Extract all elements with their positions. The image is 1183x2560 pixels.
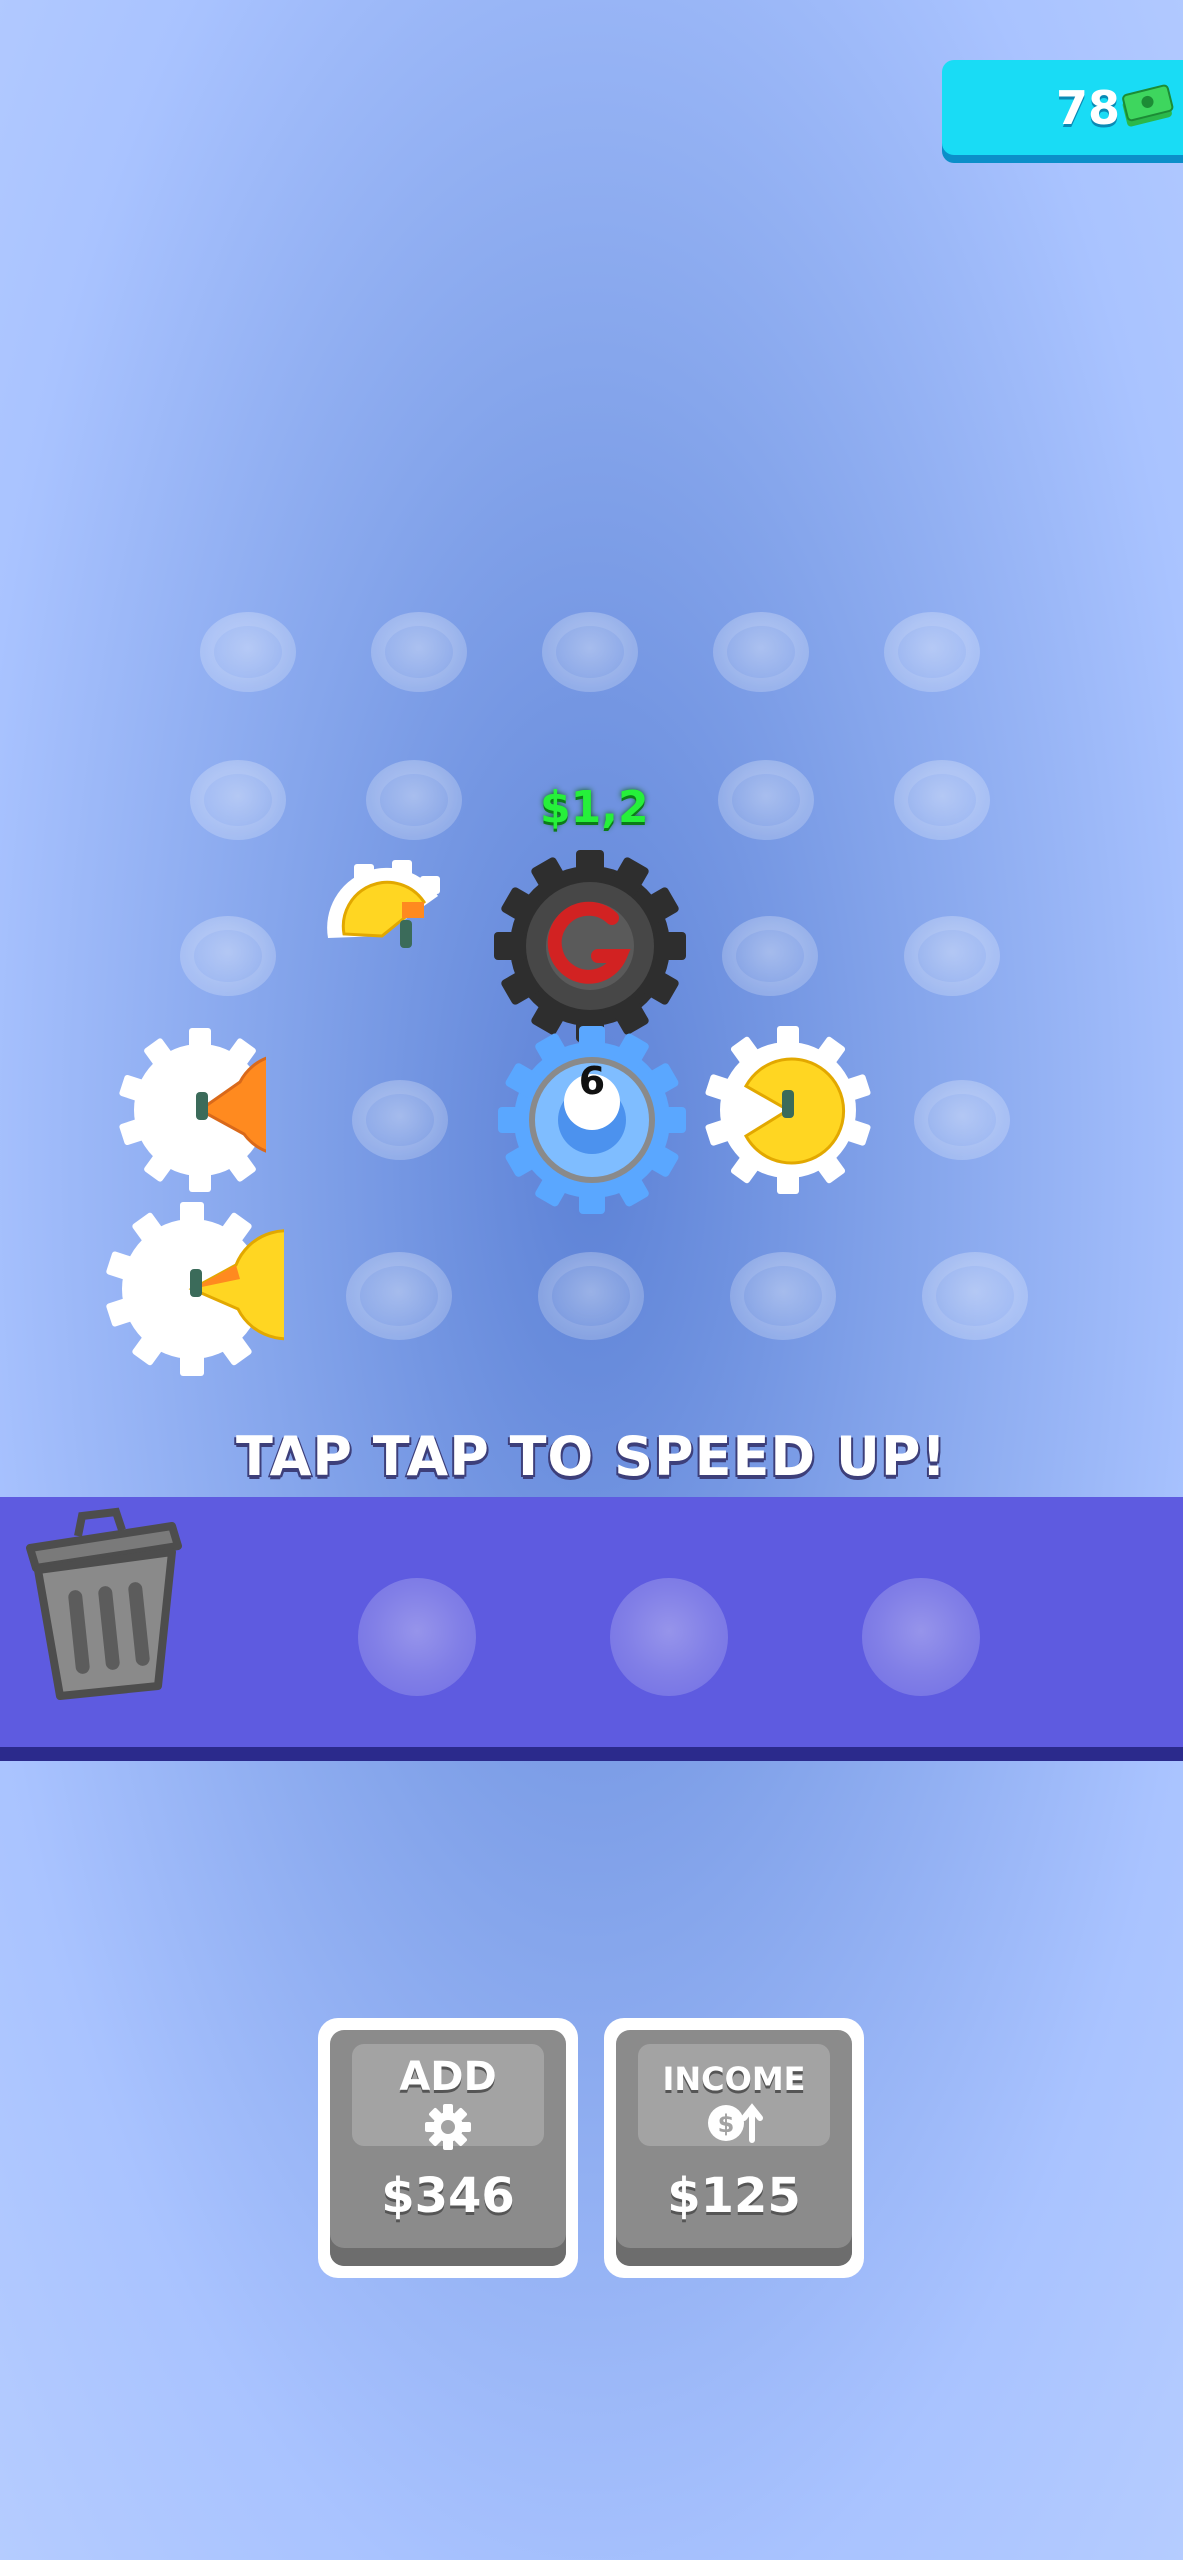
- board-slot[interactable]: [722, 916, 818, 996]
- tray-slot[interactable]: [862, 1578, 980, 1696]
- income-button-label: INCOME: [662, 2060, 806, 2098]
- board-slot[interactable]: [884, 612, 980, 692]
- trash-can-icon[interactable]: [8, 1490, 184, 1708]
- income-upgrade-button[interactable]: INCOME $ $125: [604, 2018, 864, 2278]
- cash-stack-icon: [1118, 78, 1178, 142]
- generator-gear[interactable]: [488, 848, 692, 1048]
- add-gear-button[interactable]: ADD $346: [318, 2018, 578, 2278]
- board-slot[interactable]: [713, 612, 809, 692]
- board-slot[interactable]: [538, 1252, 644, 1340]
- board-slot[interactable]: [718, 760, 814, 840]
- board-slot[interactable]: [922, 1252, 1028, 1340]
- orange-gear[interactable]: [116, 1020, 337, 1204]
- board-slot[interactable]: [190, 760, 286, 840]
- add-button-body: ADD $346: [330, 2030, 566, 2266]
- yellow-gear-left[interactable]: [100, 1196, 342, 1386]
- yellow-gear-right[interactable]: [700, 1018, 880, 1206]
- add-button-price: $346: [381, 2168, 515, 2224]
- board-slot[interactable]: [371, 612, 467, 692]
- board-slot[interactable]: [730, 1252, 836, 1340]
- board-slot[interactable]: [914, 1080, 1010, 1160]
- center-gear[interactable]: [494, 1022, 690, 1222]
- tray-slot[interactable]: [610, 1578, 728, 1696]
- coin-up-icon: $: [638, 2100, 830, 2150]
- board-slot[interactable]: [542, 612, 638, 692]
- gear-level-label: 6: [578, 1059, 606, 1103]
- board-slot[interactable]: [346, 1252, 452, 1340]
- small-yellow-gear[interactable]: [316, 856, 452, 960]
- board-slot[interactable]: [200, 612, 296, 692]
- board-slot[interactable]: [352, 1080, 448, 1160]
- gear-icon: [352, 2102, 544, 2156]
- svg-text:$: $: [718, 2110, 735, 2138]
- board-slot[interactable]: [904, 916, 1000, 996]
- board-slot[interactable]: [366, 760, 462, 840]
- hint-text: TAP TAP TO SPEED UP!: [235, 1425, 948, 1488]
- tray-slot[interactable]: [358, 1578, 476, 1696]
- income-button-cap: INCOME $: [638, 2044, 830, 2146]
- board-slot[interactable]: [180, 916, 276, 996]
- income-button-body: INCOME $ $125: [616, 2030, 852, 2266]
- add-button-cap: ADD: [352, 2044, 544, 2150]
- income-per-tick: $1,2: [540, 782, 649, 833]
- add-button-label: ADD: [399, 2054, 497, 2100]
- board-slot[interactable]: [894, 760, 990, 840]
- money-value: 78: [1055, 81, 1120, 135]
- income-button-price: $125: [667, 2168, 801, 2224]
